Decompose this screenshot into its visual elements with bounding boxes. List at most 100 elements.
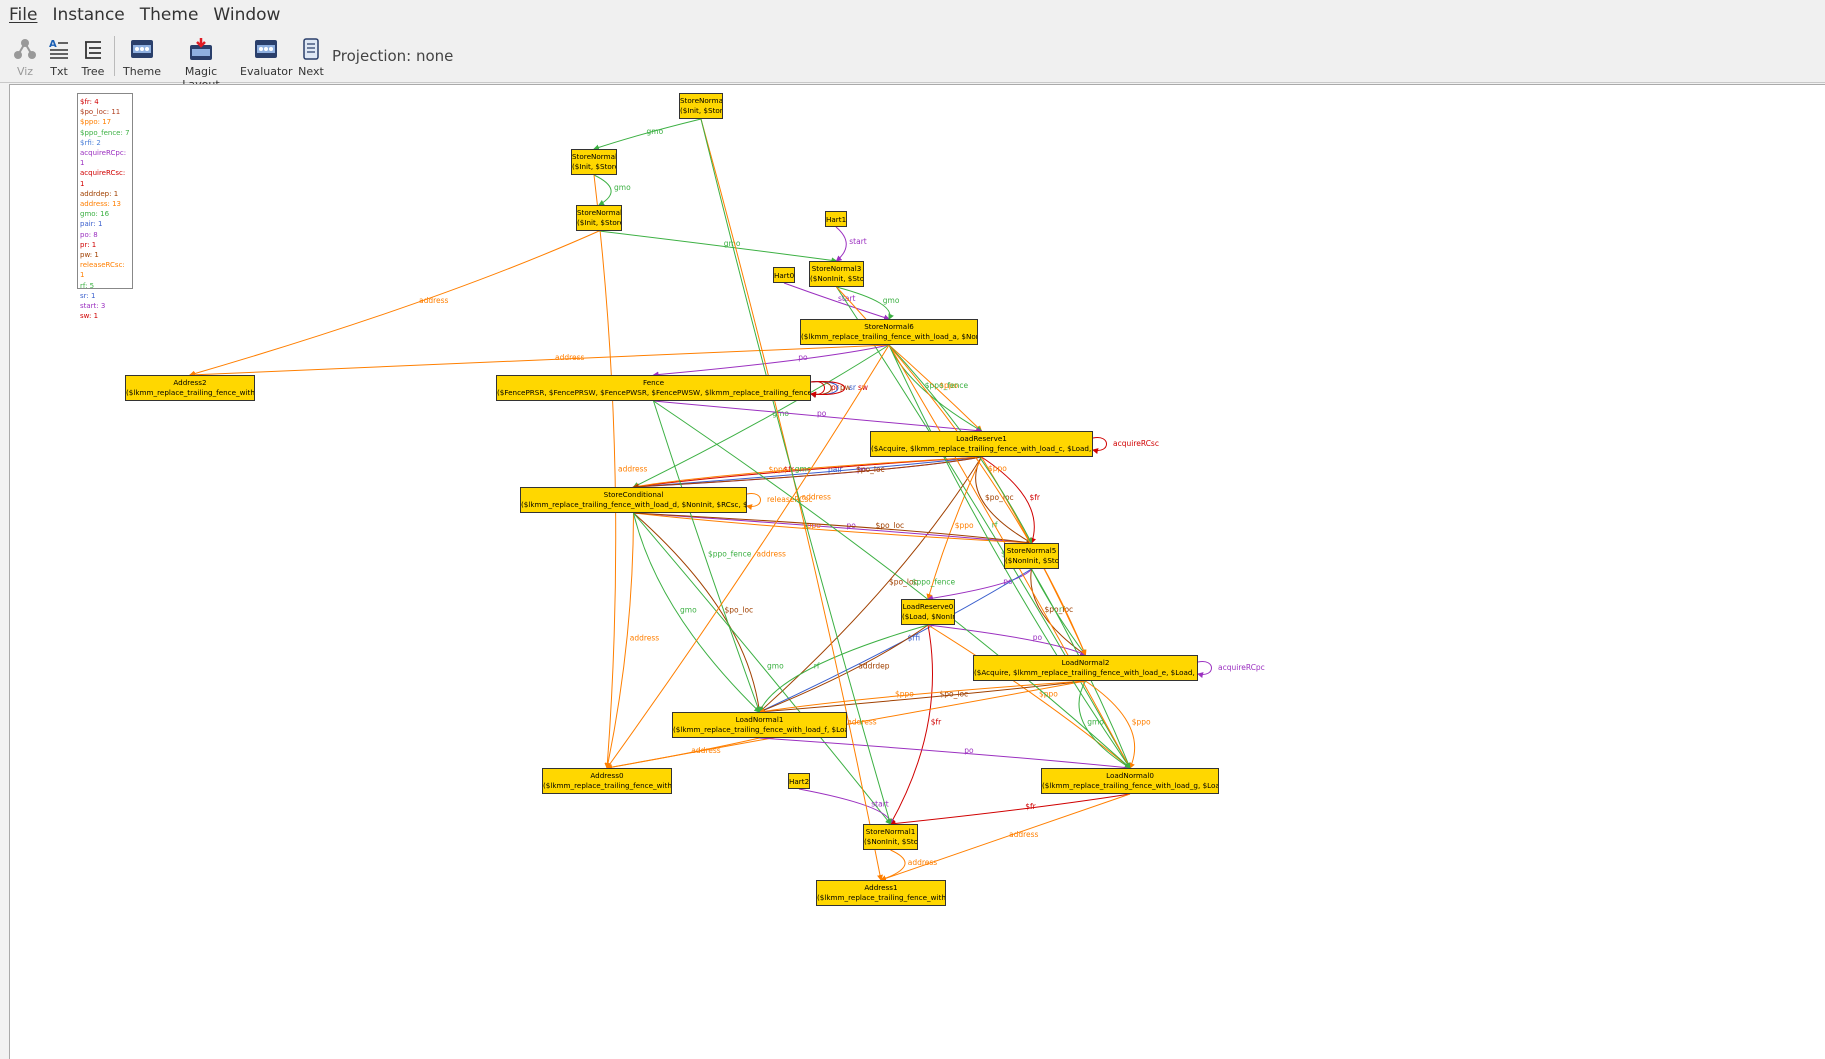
menu-instance[interactable]: Instance	[52, 5, 124, 25]
node-storenormal0[interactable]: StoreNormal0 ($Init, $Store)	[571, 149, 617, 175]
menu-theme[interactable]: Theme	[140, 5, 199, 25]
node-title: Hart2	[789, 777, 810, 786]
edge-label: $fr	[931, 718, 942, 727]
node-hart2[interactable]: Hart2	[788, 773, 810, 789]
edge-label: gmo	[680, 606, 697, 615]
edge-label: $ppo	[769, 465, 788, 474]
edge-label: $fr	[1030, 493, 1041, 502]
node-storenormal5[interactable]: StoreNormal5($NonInit, $Store)	[1004, 543, 1059, 569]
edge-storenormal2-to-address2[interactable]	[189, 230, 600, 377]
edge-loadnormal0-to-address1[interactable]	[880, 793, 1131, 882]
edge-storenormal6-to-address2[interactable]	[189, 344, 890, 378]
edge-label: $ppo_fence	[708, 550, 752, 559]
edge-storeconditional-to-storenormal1[interactable]	[633, 512, 892, 825]
node-storeconditional[interactable]: StoreConditional ($lkmm_replace_trailing_…	[520, 487, 747, 513]
toolbar: Viz A Txt Tree Theme Magic Layout Evalua…	[0, 30, 1825, 91]
node-title: StoreNormal3	[811, 264, 862, 273]
edge-hart1-to-storenormal3[interactable]	[835, 226, 847, 262]
edge-label: $ppo_fence	[925, 381, 969, 390]
edge-label: address	[691, 746, 721, 755]
legend-entry: $ppo_fence: 7	[80, 128, 130, 137]
edge-storenormal6-to-fence[interactable]	[652, 344, 890, 378]
legend-entry: pw: 1	[80, 251, 99, 260]
txt-button[interactable]: A Txt	[46, 36, 72, 78]
node-address1[interactable]: Address1 ($lkmm_replace_trailing_fence_wi…	[816, 880, 946, 906]
edge-loadreserve1-to-loadreserve1[interactable]	[1092, 437, 1107, 455]
node-attributes: ($Load, $NonInit)	[902, 612, 954, 621]
node-title: Address0	[590, 771, 624, 780]
node-attributes: ($lkmm_replace_trailing_fence_with_load_…	[543, 781, 672, 790]
node-title: StoreNormal2	[577, 208, 622, 217]
legend-entry: $rfi: 2	[80, 138, 101, 147]
edge-loadnormal1-to-loadnormal0[interactable]	[759, 737, 1131, 771]
edge-loadnormal2-to-loadnormal2[interactable]	[1197, 661, 1212, 679]
node-storenormal3[interactable]: StoreNormal3($NonInit, $Store)	[809, 261, 864, 287]
edge-label: po	[817, 409, 827, 418]
edge-loadnormal0-to-storenormal1[interactable]	[889, 793, 1131, 827]
tree-button[interactable]: Tree	[78, 36, 108, 78]
node-title: LoadReserve1	[956, 434, 1007, 443]
menu-bar: File Instance Theme Window	[0, 0, 1825, 30]
edge-loadreserve0-to-storenormal1[interactable]	[890, 624, 933, 825]
edge-loadnormal1-to-address0[interactable]	[606, 737, 760, 771]
edge-label: $po_loc	[856, 465, 885, 474]
magic-layout-button[interactable]: Magic Layout	[168, 36, 234, 91]
node-attributes: ($Init, $Store)	[680, 106, 723, 115]
edge-hart0-to-storenormal6[interactable]	[783, 282, 890, 321]
node-loadnormal2[interactable]: LoadNormal2 ($Acquire, $lkmm_replace_trai…	[973, 655, 1198, 681]
node-loadreserve1[interactable]: LoadReserve1 ($Acquire, $lkmm_replace_tra…	[870, 431, 1093, 457]
node-storenormal6[interactable]: StoreNormal6 ($lkmm_replace_trailing_fenc…	[800, 319, 978, 345]
edge-storenormal2-to-storenormal3[interactable]	[598, 230, 838, 264]
txt-label: Txt	[50, 65, 68, 78]
legend-entry: acquireRCsc: 1	[80, 169, 126, 188]
edge-label: addrdep	[858, 662, 889, 671]
node-storenormal2[interactable]: StoreNormal2 ($Init, $Store)	[576, 205, 622, 231]
legend-entry: addrdep: 1	[80, 189, 119, 198]
node-storenormal1[interactable]: StoreNormal1($NonInit, $Store)	[863, 824, 918, 850]
evaluator-icon	[240, 36, 292, 62]
legend-entry: address: 13	[80, 200, 121, 209]
node-loadnormal1[interactable]: LoadNormal1 ($lkmm_replace_trailing_fence…	[672, 712, 847, 738]
theme-icon	[122, 36, 162, 62]
edge-layer: gmo gmo gmo address start start gmo rf po address…	[189, 118, 1265, 882]
edge-fence-to-fence[interactable]	[810, 380, 832, 398]
node-title: StoreNormal1	[865, 827, 916, 836]
edge-label: po	[1033, 633, 1043, 642]
menu-file[interactable]: File	[9, 5, 37, 25]
node-address0[interactable]: Address0 ($lkmm_replace_trailing_fence_wi…	[542, 768, 672, 794]
node-attributes: ($Init, $Store)	[577, 218, 622, 227]
magic-layout-icon	[168, 36, 234, 62]
node-title: Address2	[173, 378, 207, 387]
toolbar-separator	[114, 36, 115, 76]
node-loadreserve0[interactable]: LoadReserve0($Load, $NonInit)	[901, 599, 955, 625]
edge-label: address	[555, 353, 585, 362]
graph-canvas[interactable]: gmo gmo gmo address start start gmo rf po address…	[9, 84, 1825, 1059]
edge-storenormal0-to-address0[interactable]	[593, 174, 617, 769]
menu-window[interactable]: Window	[213, 5, 280, 25]
legend-entry: po: 8	[80, 230, 98, 239]
edge-label: $ppo	[955, 521, 974, 530]
edge-label: address	[802, 493, 832, 502]
node-title: StoreNormal4	[680, 96, 723, 105]
node-address2[interactable]: Address2 ($lkmm_replace_trailing_fence_wi…	[125, 375, 255, 401]
next-label: Next	[298, 65, 324, 78]
edge-storeconditional-to-storeconditional[interactable]	[746, 493, 761, 511]
evaluator-button[interactable]: Evaluator	[240, 36, 293, 78]
edge-label: $po_loc	[725, 606, 754, 615]
node-hart0[interactable]: Hart0	[773, 267, 795, 283]
legend-entry: releaseRCsc: 1	[80, 261, 125, 280]
edge-label: rf	[814, 662, 820, 671]
scroll-icon	[296, 36, 326, 62]
node-attributes: ($lkmm_replace_trailing_fence_with_load_…	[817, 893, 946, 902]
next-button[interactable]: Next	[296, 36, 326, 78]
viz-button[interactable]: Viz	[12, 36, 38, 78]
edge-label: $fr	[1025, 802, 1036, 811]
node-storenormal4[interactable]: StoreNormal4($Init, $Store)	[679, 93, 723, 119]
edge-label: $ppo	[895, 690, 914, 699]
node-hart1[interactable]: Hart1	[825, 211, 847, 227]
edge-storenormal1-to-address1[interactable]	[880, 849, 906, 882]
node-attributes: ($lkmm_replace_trailing_fence_with_load_…	[673, 725, 846, 734]
node-loadnormal0[interactable]: LoadNormal0 ($lkmm_replace_trailing_fence…	[1041, 768, 1219, 794]
node-fence[interactable]: Fence ($FencePRSR, $FencePRSW, $FencePWSR…	[496, 375, 811, 401]
theme-button[interactable]: Theme	[122, 36, 162, 78]
